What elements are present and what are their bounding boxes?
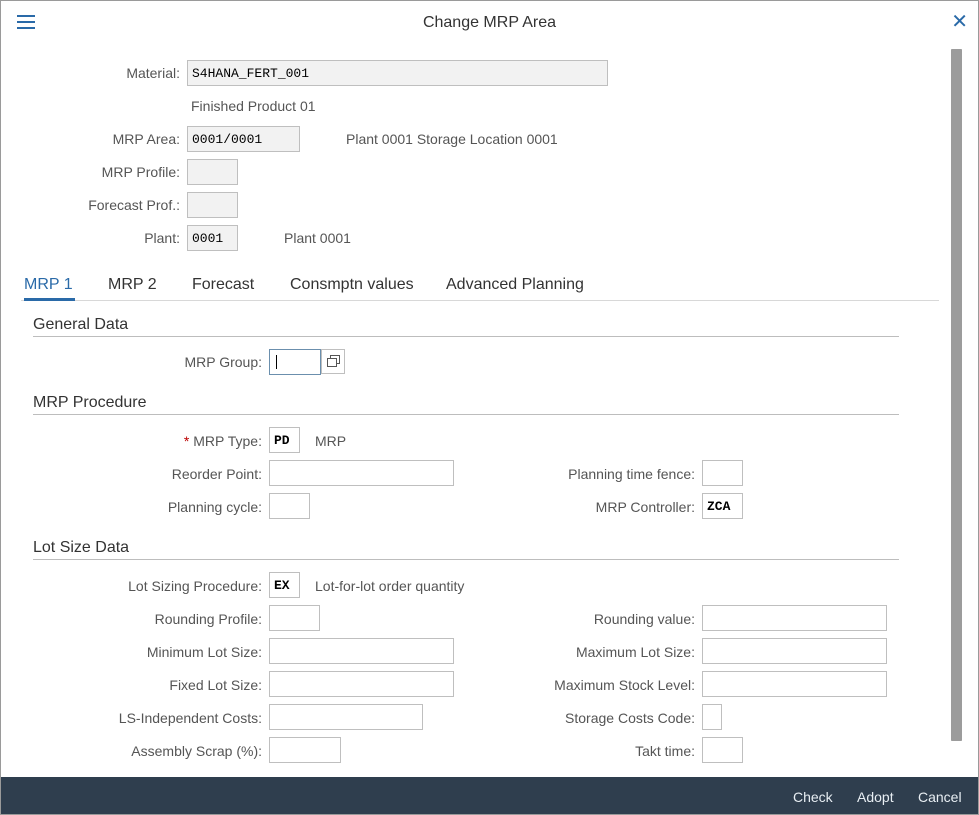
assembly-scrap-field[interactable]	[269, 737, 341, 763]
vertical-scrollbar[interactable]	[951, 49, 962, 741]
required-marker: *	[183, 433, 190, 449]
mrp-profile-field[interactable]	[187, 159, 238, 185]
lot-size-data-heading: Lot Size Data	[33, 539, 130, 556]
minimum-lot-size-label: Minimum Lot Size:	[146, 644, 262, 660]
maximum-stock-level-label: Maximum Stock Level:	[554, 677, 695, 693]
active-tab-indicator	[24, 298, 75, 301]
mrp-type-field[interactable]: PD	[269, 427, 300, 453]
fixed-lot-size-label: Fixed Lot Size:	[169, 677, 262, 693]
assembly-scrap-label: Assembly Scrap (%):	[131, 743, 262, 759]
tab-mrp-2[interactable]: MRP 2	[108, 276, 157, 294]
mrp-type-label-text: MRP Type:	[193, 433, 262, 449]
ls-independent-costs-label: LS-Independent Costs:	[118, 710, 262, 726]
value-help-icon	[327, 355, 340, 367]
mrp-area-description: Plant 0001 Storage Location 0001	[346, 131, 558, 147]
lot-sizing-procedure-label: Lot Sizing Procedure:	[128, 578, 262, 594]
tab-advanced-planning[interactable]: Advanced Planning	[446, 276, 584, 294]
rounding-profile-field[interactable]	[269, 605, 320, 631]
storage-costs-code-field[interactable]	[702, 704, 722, 730]
ls-independent-costs-field[interactable]	[269, 704, 423, 730]
planning-time-fence-label: Planning time fence:	[568, 466, 695, 482]
check-button[interactable]: Check	[793, 789, 833, 805]
reorder-point-label: Reorder Point:	[171, 466, 262, 482]
dialog-footer: Check Adopt Cancel	[1, 777, 978, 814]
cancel-button[interactable]: Cancel	[918, 789, 962, 805]
mrp-type-description: MRP	[315, 433, 347, 449]
forecast-profile-label: Forecast Prof.:	[88, 197, 180, 213]
tab-bar-divider	[21, 300, 939, 301]
storage-costs-code-label: Storage Costs Code:	[565, 710, 695, 726]
reorder-point-field[interactable]	[269, 460, 454, 486]
lot-sizing-procedure-field[interactable]: EX	[269, 572, 300, 598]
takt-time-field[interactable]	[702, 737, 743, 763]
change-mrp-area-dialog: Change MRP Area ✕ Material: S4HANA_FERT_…	[0, 0, 979, 815]
takt-time-label: Takt time:	[635, 743, 695, 759]
mrp-group-label: MRP Group:	[184, 354, 262, 370]
close-icon[interactable]: ✕	[951, 12, 968, 32]
mrp-controller-label: MRP Controller:	[595, 499, 695, 515]
planning-cycle-label: Planning cycle:	[167, 499, 262, 515]
mrp-profile-label: MRP Profile:	[101, 164, 180, 180]
dialog-header: Change MRP Area ✕	[1, 1, 978, 47]
tab-forecast[interactable]: Forecast	[192, 276, 254, 294]
maximum-lot-size-label: Maximum Lot Size:	[575, 644, 695, 660]
value-help-button[interactable]	[321, 349, 345, 374]
dialog-title: Change MRP Area	[422, 14, 557, 31]
plant-description: Plant 0001	[284, 230, 351, 246]
section-divider	[33, 336, 899, 337]
mrp-procedure-heading: MRP Procedure	[33, 394, 147, 411]
maximum-lot-size-field[interactable]	[702, 638, 887, 664]
fixed-lot-size-field[interactable]	[269, 671, 454, 697]
mrp-area-field[interactable]: 0001/0001	[187, 126, 300, 152]
plant-label: Plant:	[144, 230, 180, 246]
section-divider	[33, 559, 899, 560]
planning-cycle-field[interactable]	[269, 493, 310, 519]
text-cursor	[276, 355, 277, 369]
minimum-lot-size-field[interactable]	[269, 638, 454, 664]
planning-time-fence-field[interactable]	[702, 460, 743, 486]
section-divider	[33, 414, 899, 415]
material-description: Finished Product 01	[191, 98, 316, 114]
forecast-profile-field[interactable]	[187, 192, 238, 218]
tab-mrp-1[interactable]: MRP 1	[24, 276, 73, 294]
plant-field[interactable]: 0001	[187, 225, 238, 251]
scrollbar-thumb[interactable]	[951, 49, 962, 741]
rounding-profile-label: Rounding Profile:	[154, 611, 262, 627]
tab-consumption-values[interactable]: Consmptn values	[290, 276, 414, 294]
lot-sizing-procedure-description: Lot-for-lot order quantity	[315, 578, 465, 594]
rounding-value-field[interactable]	[702, 605, 887, 631]
general-data-heading: General Data	[33, 316, 129, 333]
mrp-type-label: * MRP Type:	[151, 433, 262, 449]
rounding-value-label: Rounding value:	[593, 611, 695, 627]
material-label: Material:	[126, 65, 180, 81]
mrp-group-field[interactable]	[269, 349, 321, 375]
maximum-stock-level-field[interactable]	[702, 671, 887, 697]
mrp-area-label: MRP Area:	[112, 131, 180, 147]
adopt-button[interactable]: Adopt	[857, 789, 894, 805]
mrp-controller-field[interactable]: ZCA	[702, 493, 743, 519]
material-field[interactable]: S4HANA_FERT_001	[187, 60, 608, 86]
